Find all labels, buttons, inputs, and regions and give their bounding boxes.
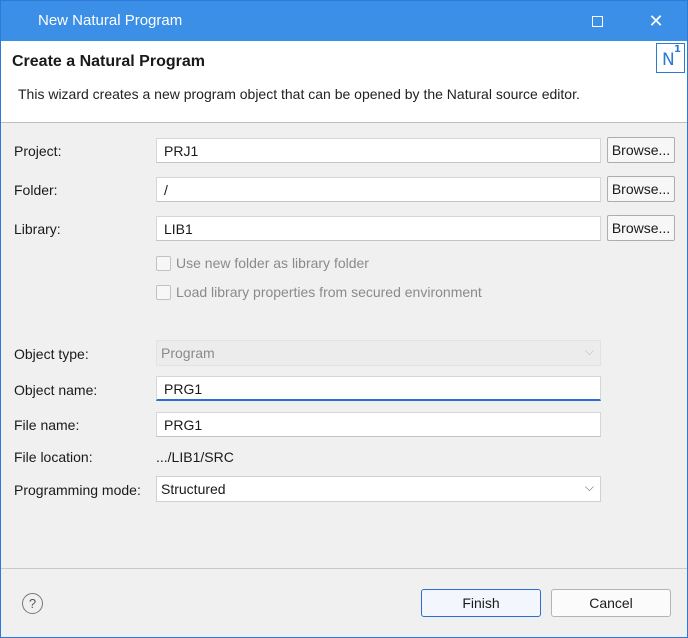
use-new-folder-label: Use new folder as library folder [176, 255, 369, 271]
wizard-header: Create a Natural Program This wizard cre… [1, 41, 687, 123]
file-name-label: File name: [14, 417, 80, 433]
finish-button[interactable]: Finish [421, 589, 541, 617]
button-bar: ? Finish Cancel [1, 568, 687, 637]
maximize-icon [591, 15, 603, 27]
chevron-down-icon: ⌵ [584, 344, 594, 358]
file-location-value: .../LIB1/SRC [156, 449, 234, 465]
window-title: New Natural Program [38, 12, 183, 29]
project-field[interactable]: PRJ1 [156, 138, 601, 163]
project-browse-button[interactable]: Browse... [607, 137, 675, 163]
object-name-label: Object name: [14, 382, 98, 398]
maximize-button[interactable] [574, 1, 620, 41]
file-location-label: File location: [14, 449, 93, 465]
file-name-field[interactable]: PRG1 [156, 412, 601, 437]
page-description: This wizard creates a new program object… [18, 86, 580, 102]
checkbox-box [156, 255, 171, 271]
programming-mode-select[interactable]: Structured ⌵ [156, 476, 601, 502]
natural-logo-icon: N 1 [656, 43, 685, 73]
folder-field[interactable]: / [156, 177, 601, 202]
object-type-value: Program [161, 345, 215, 361]
folder-label: Folder: [14, 182, 58, 198]
folder-browse-button[interactable]: Browse... [607, 176, 675, 202]
cancel-button[interactable]: Cancel [551, 589, 671, 617]
object-type-select[interactable]: Program ⌵ [156, 340, 601, 366]
logo-superscript: 1 [674, 44, 681, 55]
library-label: Library: [14, 221, 61, 237]
load-library-properties-label: Load library properties from secured env… [176, 284, 482, 300]
object-type-label: Object type: [14, 346, 89, 362]
programming-mode-label: Programming mode: [14, 482, 141, 498]
wizard-form: Project: PRJ1 Browse... Folder: / Browse… [1, 124, 687, 568]
close-icon: ✕ [648, 10, 664, 31]
library-field[interactable]: LIB1 [156, 216, 601, 241]
object-name-field[interactable]: PRG1 [156, 376, 601, 401]
checkbox-box [156, 284, 171, 300]
load-library-properties-checkbox[interactable]: Load library properties from secured env… [156, 284, 482, 300]
programming-mode-value: Structured [161, 481, 226, 497]
chevron-down-icon: ⌵ [584, 480, 594, 494]
close-button[interactable]: ✕ [633, 1, 679, 41]
help-icon[interactable]: ? [22, 593, 43, 614]
title-bar[interactable]: New Natural Program ✕ [1, 1, 687, 41]
page-title: Create a Natural Program [12, 53, 205, 70]
use-new-folder-checkbox[interactable]: Use new folder as library folder [156, 255, 369, 271]
wizard-dialog: New Natural Program ✕ Create a Natural P… [0, 0, 688, 638]
project-label: Project: [14, 143, 62, 159]
logo-letter: N [662, 50, 675, 70]
library-browse-button[interactable]: Browse... [607, 215, 675, 241]
